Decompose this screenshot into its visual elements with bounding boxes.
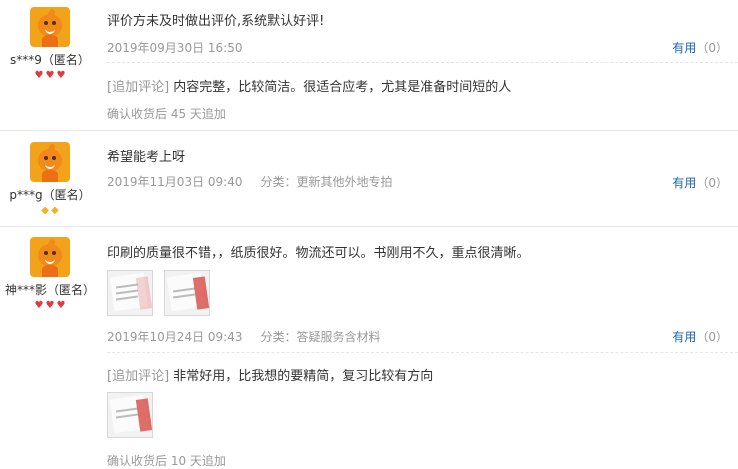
heart-icon: ♥ (45, 300, 55, 311)
append-photo[interactable] (107, 392, 153, 438)
username: s***9（匿名） (10, 53, 90, 67)
review-text: 印刷的质量很不错，，纸质很好。物流还可以。书刚用不久，重点很清晰。 (107, 246, 530, 261)
review-divider (0, 130, 738, 131)
append-comment: [追加评论] 非常好用，比我想的要精简，复习比较有方向 (107, 369, 434, 384)
avatar (30, 237, 70, 277)
review-3-user: 神***影（匿名） ♥ ♥ ♥ (0, 237, 100, 311)
heart-icon: ♥ (56, 300, 66, 311)
avatar (30, 142, 70, 182)
review-date: 2019年10月24日 09:43 (107, 330, 243, 344)
diamond-icon: ◆ (41, 205, 49, 216)
review-category: 分类：更新其他外地专拍 (260, 175, 393, 189)
review-date: 2019年11月03日 09:40 (107, 175, 243, 189)
review-text: 评价方未及时做出评价,系统默认好评! (107, 14, 325, 29)
append-comment: [追加评论] 内容完整，比较简洁。很适合应考，尤其是准备时间短的人 (107, 80, 512, 95)
review-text: 希望能考上呀 (107, 150, 186, 165)
review-2-user: p***g（匿名） ◆ ◆ (0, 142, 100, 216)
diamond-icon: ◆ (51, 205, 59, 216)
append-divider (107, 62, 738, 63)
review-category: 分类：答疑服务含材料 (260, 330, 381, 344)
append-divider (107, 352, 738, 353)
review-meta: 2019年10月24日 09:43 分类：答疑服务含材料 (107, 328, 381, 345)
append-days: 确认收货后 10 天追加 (107, 454, 226, 468)
heart-icon: ♥ (34, 300, 44, 311)
append-tag: [追加评论] (107, 369, 170, 384)
review-date: 2019年09月30日 16:50 (107, 41, 243, 55)
username: 神***影（匿名） (4, 283, 95, 297)
heart-icon: ♥ (45, 70, 55, 81)
avatar (30, 7, 70, 47)
user-level: ♥ ♥ ♥ (0, 71, 100, 81)
review-divider (0, 226, 738, 227)
useful-button[interactable]: 有用（0） (672, 328, 728, 345)
user-level: ◆ ◆ (0, 206, 100, 216)
useful-button[interactable]: 有用（0） (672, 174, 728, 191)
heart-icon: ♥ (56, 70, 66, 81)
username: p***g（匿名） (9, 188, 91, 202)
append-tag: [追加评论] (107, 80, 170, 95)
review-1-user: s***9（匿名） ♥ ♥ ♥ (0, 7, 100, 81)
user-level: ♥ ♥ ♥ (0, 301, 100, 311)
append-days: 确认收货后 45 天追加 (107, 107, 226, 121)
review-meta: 2019年11月03日 09:40 分类：更新其他外地专拍 (107, 173, 393, 190)
heart-icon: ♥ (34, 70, 44, 81)
review-photo[interactable] (107, 270, 153, 316)
review-photo[interactable] (164, 270, 210, 316)
useful-button[interactable]: 有用（0） (672, 39, 728, 56)
